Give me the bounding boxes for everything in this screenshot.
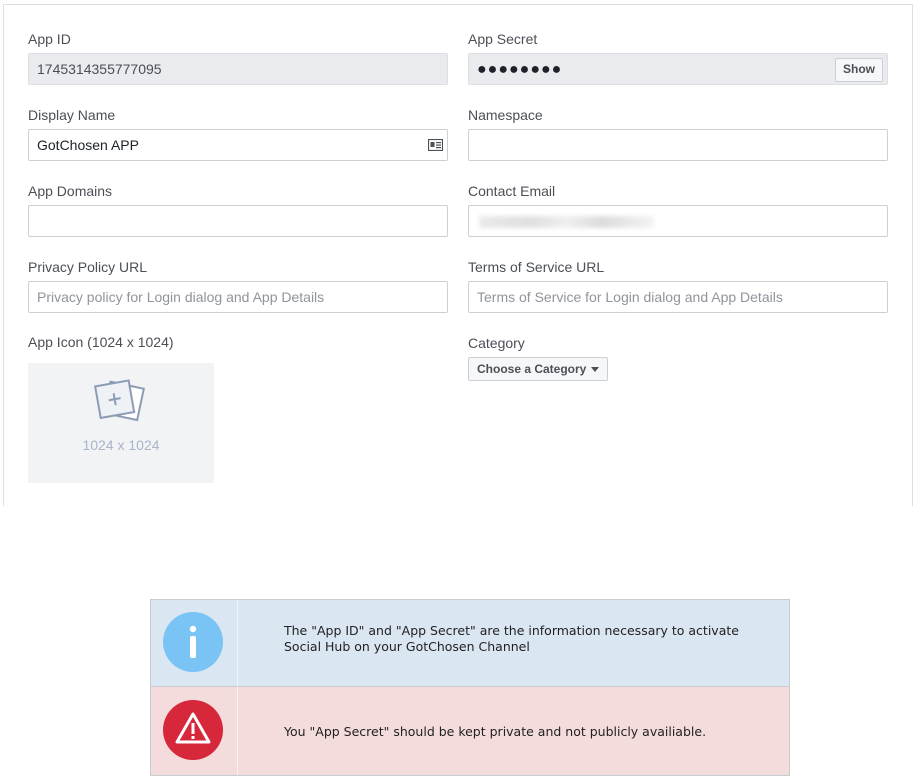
- display-name-field[interactable]: [28, 129, 448, 161]
- app-secret-masked: ●●●●●●●●: [477, 61, 563, 78]
- namespace-field[interactable]: [468, 129, 888, 161]
- privacy-url-label: Privacy Policy URL: [28, 259, 148, 275]
- icon-size-text: 1024 x 1024: [82, 437, 160, 453]
- app-domains-field[interactable]: [28, 205, 448, 237]
- terms-url-input[interactable]: [477, 282, 879, 312]
- terms-url-label: Terms of Service URL: [468, 259, 605, 275]
- notice-divider: [237, 600, 238, 686]
- app-domains-input[interactable]: [37, 206, 439, 236]
- notice-divider: [237, 687, 238, 775]
- info-icon: [163, 612, 223, 672]
- info-notice-text: The "App ID" and "App Secret" are the in…: [284, 623, 739, 654]
- app-icon-upload[interactable]: 1024 x 1024: [28, 363, 214, 483]
- app-icon-label: App Icon (1024 x 1024): [28, 334, 174, 350]
- namespace-input[interactable]: [477, 130, 879, 160]
- category-label: Category: [468, 335, 525, 351]
- contact-email-field[interactable]: [468, 205, 888, 237]
- app-secret-field: ●●●●●●●● Show: [468, 53, 888, 85]
- category-dropdown-label: Choose a Category: [477, 362, 587, 376]
- caret-down-icon: [591, 367, 600, 373]
- info-notice: The "App ID" and "App Secret" are the in…: [150, 599, 790, 687]
- display-name-label: Display Name: [28, 107, 116, 123]
- app-id-value: 1745314355777095: [37, 61, 162, 77]
- warning-notice: You "App Secret" should be kept private …: [150, 687, 790, 776]
- privacy-url-field[interactable]: [28, 281, 448, 313]
- app-id-field: 1745314355777095: [28, 53, 448, 85]
- contact-email-label: Contact Email: [468, 183, 556, 199]
- show-secret-button[interactable]: Show: [835, 58, 883, 82]
- namespace-label: Namespace: [468, 107, 543, 123]
- image-upload-icon: [94, 379, 145, 422]
- contact-card-icon[interactable]: [428, 139, 443, 151]
- privacy-url-input[interactable]: [37, 282, 439, 312]
- category-dropdown[interactable]: Choose a Category: [468, 357, 609, 381]
- app-domains-label: App Domains: [28, 183, 113, 199]
- display-name-input[interactable]: [37, 130, 439, 160]
- warning-icon: [163, 700, 223, 760]
- app-id-label: App ID: [28, 31, 71, 47]
- app-secret-label: App Secret: [468, 31, 538, 47]
- terms-url-field[interactable]: [468, 281, 888, 313]
- warning-notice-text: You "App Secret" should be kept private …: [284, 724, 707, 739]
- redacted-email: [479, 216, 654, 228]
